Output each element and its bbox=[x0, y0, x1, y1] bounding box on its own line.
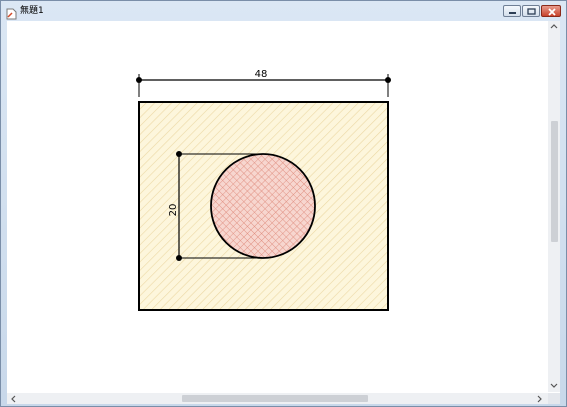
maximize-button[interactable] bbox=[522, 5, 540, 17]
vertical-scroll-thumb[interactable] bbox=[551, 121, 558, 242]
drawing-canvas[interactable]: 48 20 bbox=[7, 21, 560, 393]
width-dimension[interactable]: 48 bbox=[136, 69, 391, 97]
close-button[interactable] bbox=[541, 5, 561, 17]
minimize-button[interactable] bbox=[503, 5, 521, 17]
width-dimension-label: 48 bbox=[255, 69, 268, 80]
close-icon bbox=[548, 8, 556, 16]
scroll-left-icon[interactable] bbox=[10, 395, 16, 403]
hatched-circle[interactable] bbox=[210, 153, 316, 259]
scroll-right-icon[interactable] bbox=[537, 395, 543, 403]
scroll-down-icon[interactable] bbox=[550, 383, 558, 389]
horizontal-scrollbar[interactable] bbox=[7, 393, 548, 404]
diameter-dimension-label: 20 bbox=[168, 204, 179, 217]
maximize-icon bbox=[527, 8, 536, 15]
scrollbar-corner bbox=[548, 393, 560, 404]
scroll-up-icon[interactable] bbox=[550, 23, 558, 29]
cad-drawing: 48 20 bbox=[136, 69, 391, 311]
window-title: 無題1 bbox=[20, 6, 44, 16]
title-bar[interactable]: 無題1 bbox=[1, 1, 566, 21]
app-window: 無題1 48 20 bbox=[0, 0, 567, 407]
document-icon bbox=[6, 5, 17, 20]
horizontal-scroll-thumb[interactable] bbox=[182, 395, 368, 402]
minimize-icon bbox=[509, 12, 516, 14]
vertical-scrollbar[interactable] bbox=[548, 21, 560, 392]
